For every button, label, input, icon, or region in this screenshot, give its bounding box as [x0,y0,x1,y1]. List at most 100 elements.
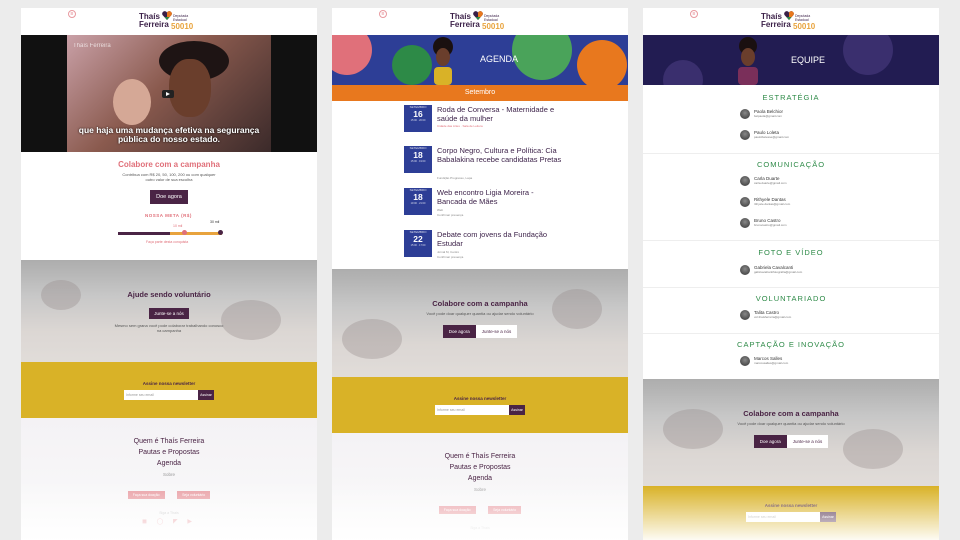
member-email[interactable]: vol.thaisferreira@gmail.com [754,315,791,319]
team-member: Marcos Salles marcossalles@gmail.com [740,356,860,366]
email-input[interactable]: Informe seu email [124,390,198,400]
team-member: Rithyele Dantas rithyele.dantas@gmail.com [740,197,860,207]
event-month: SETEMBRO [409,146,427,150]
site-logo[interactable]: Thaís Ferreira Deputada Estadual 50010 [139,11,199,33]
divider [643,287,939,288]
email-input[interactable]: Informe seu email [435,405,509,415]
event-platform: Web [437,208,444,212]
event-item[interactable]: SETEMBRO 22 15:00 · 17:00 Debate com joven… [404,230,564,266]
collab-content: Colabore com a campanha Você pode doar q… [643,409,939,448]
join-button[interactable]: Junte-se a nós [475,325,518,338]
agenda-page-mockup: ≡ Thaís Ferreira Deputada Estadual 50010… [332,8,628,540]
member-email[interactable]: gabicavalcantifotografia@gmail.com [754,270,802,274]
team-section-title: FOTO E VÍDEO [758,248,824,257]
menu-icon[interactable]: ≡ [68,10,76,18]
newsletter-form: Informe seu email Assinar [124,390,214,400]
member-email[interactable]: belpaola@gmail.com [754,114,782,118]
volunteer-text: Mesmo sem grana você pode colaborar trab… [114,323,224,333]
event-confirm-link[interactable]: Confirmar presença [437,213,463,217]
join-button[interactable]: Junte-se a nós [149,308,189,319]
divider [643,153,939,154]
event-item[interactable]: SETEMBRO 16 15:00 · 20:00 Roda de Conversa… [404,105,564,141]
donate-button[interactable]: Doe agora [442,325,476,338]
member-email[interactable]: rithyele.dantas@gmail.com [754,202,790,206]
donate-button[interactable]: Doe agora [150,190,188,204]
event-date-box: SETEMBRO 18 15:00 · 19:00 [404,146,432,173]
video-figure-child [113,79,151,125]
avatar [740,356,750,366]
event-date-box: SETEMBRO 18 19:00 · 21:00 [404,188,432,215]
footer-link-about[interactable]: Quem é Thaís Ferreira [332,451,628,462]
bottom-fade [21,480,317,540]
avatar [740,218,750,228]
collab-section: Colabore com a campanha Você pode doar q… [643,379,939,486]
site-header: ≡ Thaís Ferreira Deputada Estadual 50010 [332,8,628,35]
bottom-fade [643,486,939,540]
event-day: 16 [413,109,423,119]
event-hour: 15:00 · 20:00 [410,119,426,122]
team-member: Paola Belchior belpaola@gmail.com [740,109,860,119]
goal-target-marker [218,230,223,235]
site-header: ≡ Thaís Ferreira Deputada Estadual 50010 [643,8,939,35]
join-button[interactable]: Junte-se a nós [786,435,829,448]
event-title[interactable]: Debate com jovens da Fundação Estudar [437,230,563,248]
hero-circle [332,35,372,75]
footer-link-agenda[interactable]: Agenda [21,458,317,469]
hero-circle [663,60,703,85]
newsletter-section: Assine nossa newsletter Informe seu emai… [643,486,939,540]
menu-icon[interactable]: ≡ [379,10,387,18]
candidate-photo [738,37,758,85]
agenda-hero: AGENDA [332,35,628,85]
donate-button[interactable]: Doe agora [753,435,787,448]
footer-link-proposals[interactable]: Pautas e Propostas [332,462,628,473]
event-title[interactable]: Web encontro Ligia Moreira - Bancada de … [437,188,563,206]
logo-last-name: Ferreira [450,20,480,29]
subscribe-button[interactable]: Assinar [509,405,525,415]
event-day: 22 [413,234,423,244]
volunteer-content: Ajude sendo voluntário Junte-se a nós Me… [21,290,317,336]
goal-title: NOSSA META (R$) [145,213,192,218]
site-logo[interactable]: Thaís Ferreira Deputada Estadual 50010 [450,11,510,33]
site-logo[interactable]: Thaís Ferreira Deputada Estadual 50010 [761,11,821,33]
volunteer-title: Ajude sendo voluntário [127,290,211,299]
video-figure-face [169,59,211,117]
team-member: Paulo Loleta paulolbelesse@gmail.com [740,130,860,140]
event-month: SETEMBRO [409,230,427,234]
newsletter-section: Assine nossa newsletter Informe seu emai… [21,362,317,418]
event-confirm-link[interactable]: Confirmar presença [437,255,463,259]
avatar [740,130,750,140]
avatar [740,176,750,186]
member-email[interactable]: paulolbelesse@gmail.com [754,135,789,139]
member-email[interactable]: carla.duarte@gmail.com [754,181,787,185]
collab-text: Você pode doar qualquer quantia ou ajuda… [737,421,845,426]
collab-title: Colabore com a campanha [743,409,839,418]
event-title[interactable]: Corpo Negro, Cultura e Política: Cia Bab… [437,146,563,164]
hero-circle [392,45,432,85]
campaign-video[interactable]: Thaís Ferreira que haja uma mudança efet… [21,35,317,152]
logo-number: 50010 [793,22,816,31]
menu-icon[interactable]: ≡ [690,10,698,18]
member-email[interactable]: marcossalles@gmail.com [754,361,788,365]
event-item[interactable]: SETEMBRO 18 19:00 · 21:00 Web encontro Lig… [404,188,564,224]
newsletter-title: Assine nossa newsletter [142,381,196,386]
collab-section: Colabore com a campanha Você pode doar q… [332,269,628,377]
team-section-title: CAPTAÇÃO E INOVAÇÃO [737,340,845,349]
logo-role: Deputada Estadual [795,14,811,22]
event-item[interactable]: SETEMBRO 18 15:00 · 19:00 Corpo Negro, Cul… [404,146,564,186]
footer-link-proposals[interactable]: Pautas e Propostas [21,447,317,458]
footer-link-sobre[interactable]: Sobre [21,472,317,477]
team-section-title: COMUNICAÇÃO [756,160,826,169]
subscribe-button[interactable]: Assinar [198,390,214,400]
event-title[interactable]: Roda de Conversa - Maternidade e saúde d… [437,105,563,123]
team-hero-title: EQUIPE [791,55,826,65]
collab-section: Colabore com a campanha Contribua com R$… [21,158,317,204]
event-date-box: SETEMBRO 22 15:00 · 17:00 [404,230,432,257]
play-icon[interactable] [162,90,174,98]
divider [643,240,939,241]
footer-link-about[interactable]: Quem é Thaís Ferreira [21,436,317,447]
video-caption: que haja uma mudança efetiva na seguranç… [78,125,260,144]
candidate-photo [433,37,453,85]
site-footer: Quem é Thaís Ferreira Pautas e Propostas… [332,433,628,540]
member-email[interactable]: brunocastro@gmail.com [754,223,787,227]
event-hour: 15:00 · 17:00 [410,244,426,247]
